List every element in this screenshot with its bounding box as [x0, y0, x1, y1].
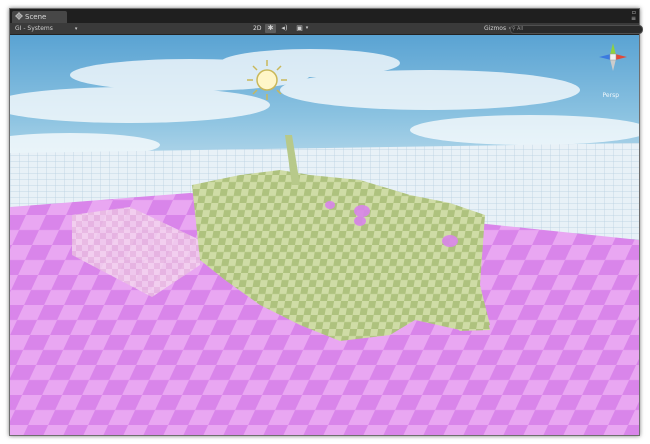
scene-viewport[interactable]: Persp — [10, 35, 639, 435]
projection-label[interactable]: Persp — [603, 92, 620, 99]
scene-toolbar: GI - Systems ▾ 2D ✱ ◂) ▣ ▾ Gizmos▾ ⚲All — [10, 23, 643, 35]
gizmos-label: Gizmos — [484, 25, 507, 32]
tab-label: Scene — [25, 13, 47, 21]
search-placeholder: All — [517, 26, 524, 32]
image-icon: ▣ — [296, 24, 303, 32]
2d-mode-button[interactable]: 2D — [251, 24, 263, 33]
tab-bar: Scene ▫ ≡ — [10, 9, 639, 23]
orientation-gizmo[interactable] — [593, 37, 633, 77]
chevron-down-icon: ▾ — [74, 26, 78, 32]
chevron-down-icon: ▾ — [305, 25, 309, 31]
sun-icon — [247, 60, 287, 100]
gizmos-dropdown[interactable]: Gizmos▾ — [484, 23, 512, 35]
search-input[interactable]: ⚲ All — [510, 25, 643, 34]
effects-dropdown[interactable]: ▾ — [304, 24, 310, 33]
speaker-icon: ◂) — [281, 24, 288, 32]
search-icon: ⚲ — [512, 26, 516, 32]
draw-mode-dropdown[interactable]: GI - Systems ▾ — [15, 23, 77, 35]
scene-icon — [15, 12, 23, 20]
window-controls: ▫ ≡ — [631, 10, 636, 22]
lighting-toggle-button[interactable]: ✱ — [265, 24, 276, 33]
tab-scene[interactable]: Scene — [12, 11, 67, 23]
scene-render — [10, 35, 639, 435]
options-menu-icon[interactable]: ≡ — [631, 16, 636, 22]
scene-window: Scene ▫ ≡ GI - Systems ▾ 2D ✱ ◂) ▣ ▾ Gizm… — [9, 8, 643, 436]
audio-toggle-button[interactable]: ◂) — [279, 24, 290, 33]
sun-icon: ✱ — [267, 24, 274, 32]
draw-mode-label: GI - Systems — [15, 25, 53, 32]
